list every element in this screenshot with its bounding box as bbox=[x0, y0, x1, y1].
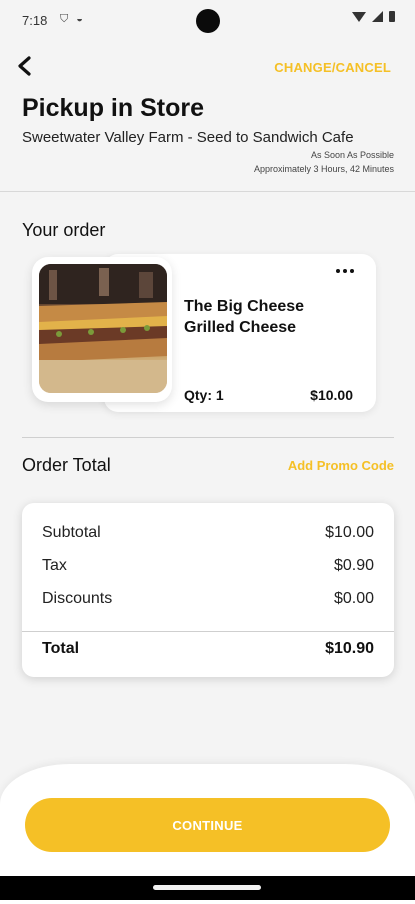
discounts-value: $0.00 bbox=[333, 590, 374, 607]
tax-row: Tax $0.90 bbox=[42, 557, 374, 575]
item-name: The Big Cheese Grilled Cheese bbox=[184, 298, 305, 336]
grilled-cheese-photo bbox=[39, 264, 167, 393]
pickup-time: As Soon As Possible bbox=[310, 150, 394, 160]
total-value: $10.90 bbox=[325, 640, 374, 657]
camera-cutout bbox=[196, 9, 220, 33]
wifi-icon bbox=[352, 11, 366, 22]
subtotal-label: Subtotal bbox=[42, 524, 101, 541]
pickup-eta: Approximately 3 Hours, 42 Minutes bbox=[253, 164, 394, 174]
total-label: Total bbox=[42, 640, 80, 657]
subtotal-value: $10.00 bbox=[325, 524, 374, 541]
back-arrow-icon[interactable] bbox=[14, 52, 38, 80]
page-title: Pickup in Store bbox=[22, 94, 204, 122]
signal-icon bbox=[372, 11, 383, 22]
store-name: Sweetwater Valley Farm - Seed to Sandwic… bbox=[22, 129, 354, 146]
tax-value: $0.90 bbox=[333, 557, 374, 574]
change-cancel-link[interactable]: CHANGE/CANCEL bbox=[274, 60, 391, 75]
status-bar: 7:18 ⛉ ◒ bbox=[0, 0, 415, 44]
battery-icon bbox=[389, 11, 395, 22]
subtotal-row: Subtotal $10.00 bbox=[42, 524, 374, 542]
shield-icon: ⛉ bbox=[60, 13, 69, 25]
section-divider bbox=[22, 437, 394, 438]
more-options-icon[interactable] bbox=[334, 262, 356, 280]
continue-button[interactable]: CONTINUE bbox=[25, 798, 390, 852]
your-order-heading: Your order bbox=[22, 220, 106, 240]
status-right-icons bbox=[352, 11, 395, 22]
total-row: Total $10.90 bbox=[42, 640, 374, 658]
cup-icon: ◒ bbox=[76, 13, 83, 25]
item-price: $10.00 bbox=[310, 387, 353, 403]
status-left-icons: ⛉ ◒ bbox=[60, 13, 83, 26]
status-time: 7:18 bbox=[22, 13, 48, 28]
header-divider bbox=[0, 191, 415, 192]
home-indicator[interactable] bbox=[153, 885, 261, 890]
order-total-heading: Order Total bbox=[22, 455, 111, 475]
totals-divider bbox=[22, 631, 394, 632]
discounts-label: Discounts bbox=[42, 590, 113, 607]
item-quantity: Qty: 1 bbox=[184, 387, 224, 403]
tax-label: Tax bbox=[42, 557, 67, 574]
add-promo-code-link[interactable]: Add Promo Code bbox=[288, 458, 394, 473]
discounts-row: Discounts $0.00 bbox=[42, 590, 374, 608]
product-image-frame bbox=[32, 257, 172, 402]
